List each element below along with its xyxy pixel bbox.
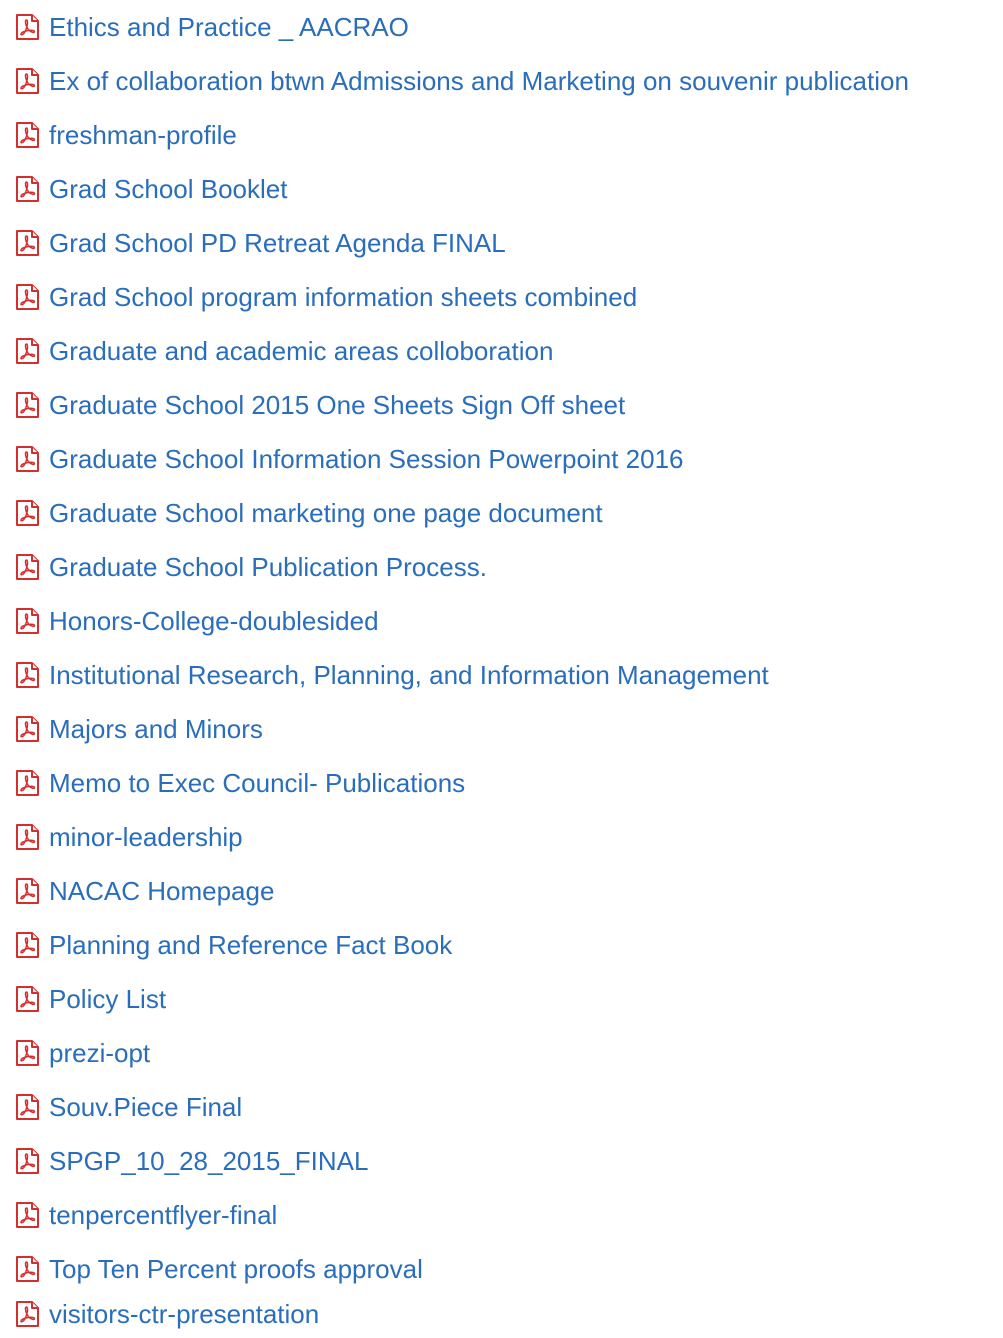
file-link[interactable]: Honors-College-doublesided — [49, 605, 379, 637]
file-link[interactable]: Graduate School marketing one page docum… — [49, 497, 603, 529]
list-item: Grad School Booklet — [13, 173, 287, 205]
file-link[interactable]: Graduate and academic areas colloboratio… — [49, 335, 553, 367]
file-link[interactable]: Planning and Reference Fact Book — [49, 929, 452, 961]
file-link[interactable]: NACAC Homepage — [49, 875, 274, 907]
file-link[interactable]: Majors and Minors — [49, 713, 263, 745]
list-item: prezi-opt — [13, 1037, 150, 1069]
file-link[interactable]: Graduate School Information Session Powe… — [49, 443, 684, 475]
file-link[interactable]: Top Ten Percent proofs approval — [49, 1253, 423, 1285]
list-item: Planning and Reference Fact Book — [13, 929, 452, 961]
list-item: Policy List — [13, 983, 166, 1015]
pdf-icon — [13, 661, 41, 689]
list-item: Grad School program information sheets c… — [13, 281, 637, 313]
list-item: Grad School PD Retreat Agenda FINAL — [13, 227, 506, 259]
file-link[interactable]: Graduate School 2015 One Sheets Sign Off… — [49, 389, 625, 421]
pdf-icon — [13, 121, 41, 149]
list-item: Graduate and academic areas colloboratio… — [13, 335, 553, 367]
list-item: tenpercentflyer-final — [13, 1199, 277, 1231]
pdf-icon — [13, 931, 41, 959]
list-item: Top Ten Percent proofs approval — [13, 1253, 423, 1285]
file-link[interactable]: Grad School Booklet — [49, 173, 287, 205]
list-item: Graduate School marketing one page docum… — [13, 497, 603, 529]
file-link[interactable]: Policy List — [49, 983, 166, 1015]
pdf-icon — [13, 445, 41, 473]
list-item: Graduate School 2015 One Sheets Sign Off… — [13, 389, 625, 421]
list-item: Graduate School Publication Process. — [13, 551, 487, 583]
pdf-icon — [13, 499, 41, 527]
pdf-icon — [13, 67, 41, 95]
list-item: Memo to Exec Council- Publications — [13, 767, 465, 799]
list-item: Graduate School Information Session Powe… — [13, 443, 684, 475]
list-item: Souv.Piece Final — [13, 1091, 242, 1123]
pdf-icon — [13, 607, 41, 635]
pdf-icon — [13, 769, 41, 797]
pdf-icon — [13, 877, 41, 905]
pdf-icon — [13, 823, 41, 851]
list-item: SPGP_10_28_2015_FINAL — [13, 1145, 368, 1177]
file-link[interactable]: Grad School program information sheets c… — [49, 281, 637, 313]
file-link[interactable]: tenpercentflyer-final — [49, 1199, 277, 1231]
file-link[interactable]: Grad School PD Retreat Agenda FINAL — [49, 227, 506, 259]
pdf-icon — [13, 1300, 41, 1328]
list-item: visitors-ctr-presentation — [13, 1298, 319, 1330]
file-link[interactable]: freshman-profile — [49, 119, 237, 151]
file-link[interactable]: visitors-ctr-presentation — [49, 1298, 319, 1330]
list-item: Institutional Research, Planning, and In… — [13, 659, 769, 691]
pdf-icon — [13, 1201, 41, 1229]
pdf-icon — [13, 283, 41, 311]
pdf-icon — [13, 1147, 41, 1175]
file-link[interactable]: Memo to Exec Council- Publications — [49, 767, 465, 799]
list-item: NACAC Homepage — [13, 875, 274, 907]
pdf-icon — [13, 985, 41, 1013]
file-link[interactable]: SPGP_10_28_2015_FINAL — [49, 1145, 368, 1177]
pdf-icon — [13, 553, 41, 581]
pdf-icon — [13, 1039, 41, 1067]
list-item: minor-leadership — [13, 821, 243, 853]
list-item: Ethics and Practice _ AACRAO — [13, 11, 409, 43]
list-item: Honors-College-doublesided — [13, 605, 379, 637]
pdf-icon — [13, 1255, 41, 1283]
file-link[interactable]: Graduate School Publication Process. — [49, 551, 487, 583]
file-link[interactable]: Ethics and Practice _ AACRAO — [49, 11, 409, 43]
file-link[interactable]: Ex of collaboration btwn Admissions and … — [49, 65, 909, 97]
pdf-icon — [13, 175, 41, 203]
pdf-icon — [13, 13, 41, 41]
list-item: Majors and Minors — [13, 713, 263, 745]
pdf-icon — [13, 229, 41, 257]
pdf-icon — [13, 337, 41, 365]
file-link[interactable]: Institutional Research, Planning, and In… — [49, 659, 769, 691]
list-item: Ex of collaboration btwn Admissions and … — [13, 65, 909, 97]
file-link[interactable]: prezi-opt — [49, 1037, 150, 1069]
pdf-icon — [13, 1093, 41, 1121]
file-link[interactable]: minor-leadership — [49, 821, 243, 853]
pdf-icon — [13, 391, 41, 419]
pdf-icon — [13, 715, 41, 743]
list-item: freshman-profile — [13, 119, 237, 151]
file-link[interactable]: Souv.Piece Final — [49, 1091, 242, 1123]
